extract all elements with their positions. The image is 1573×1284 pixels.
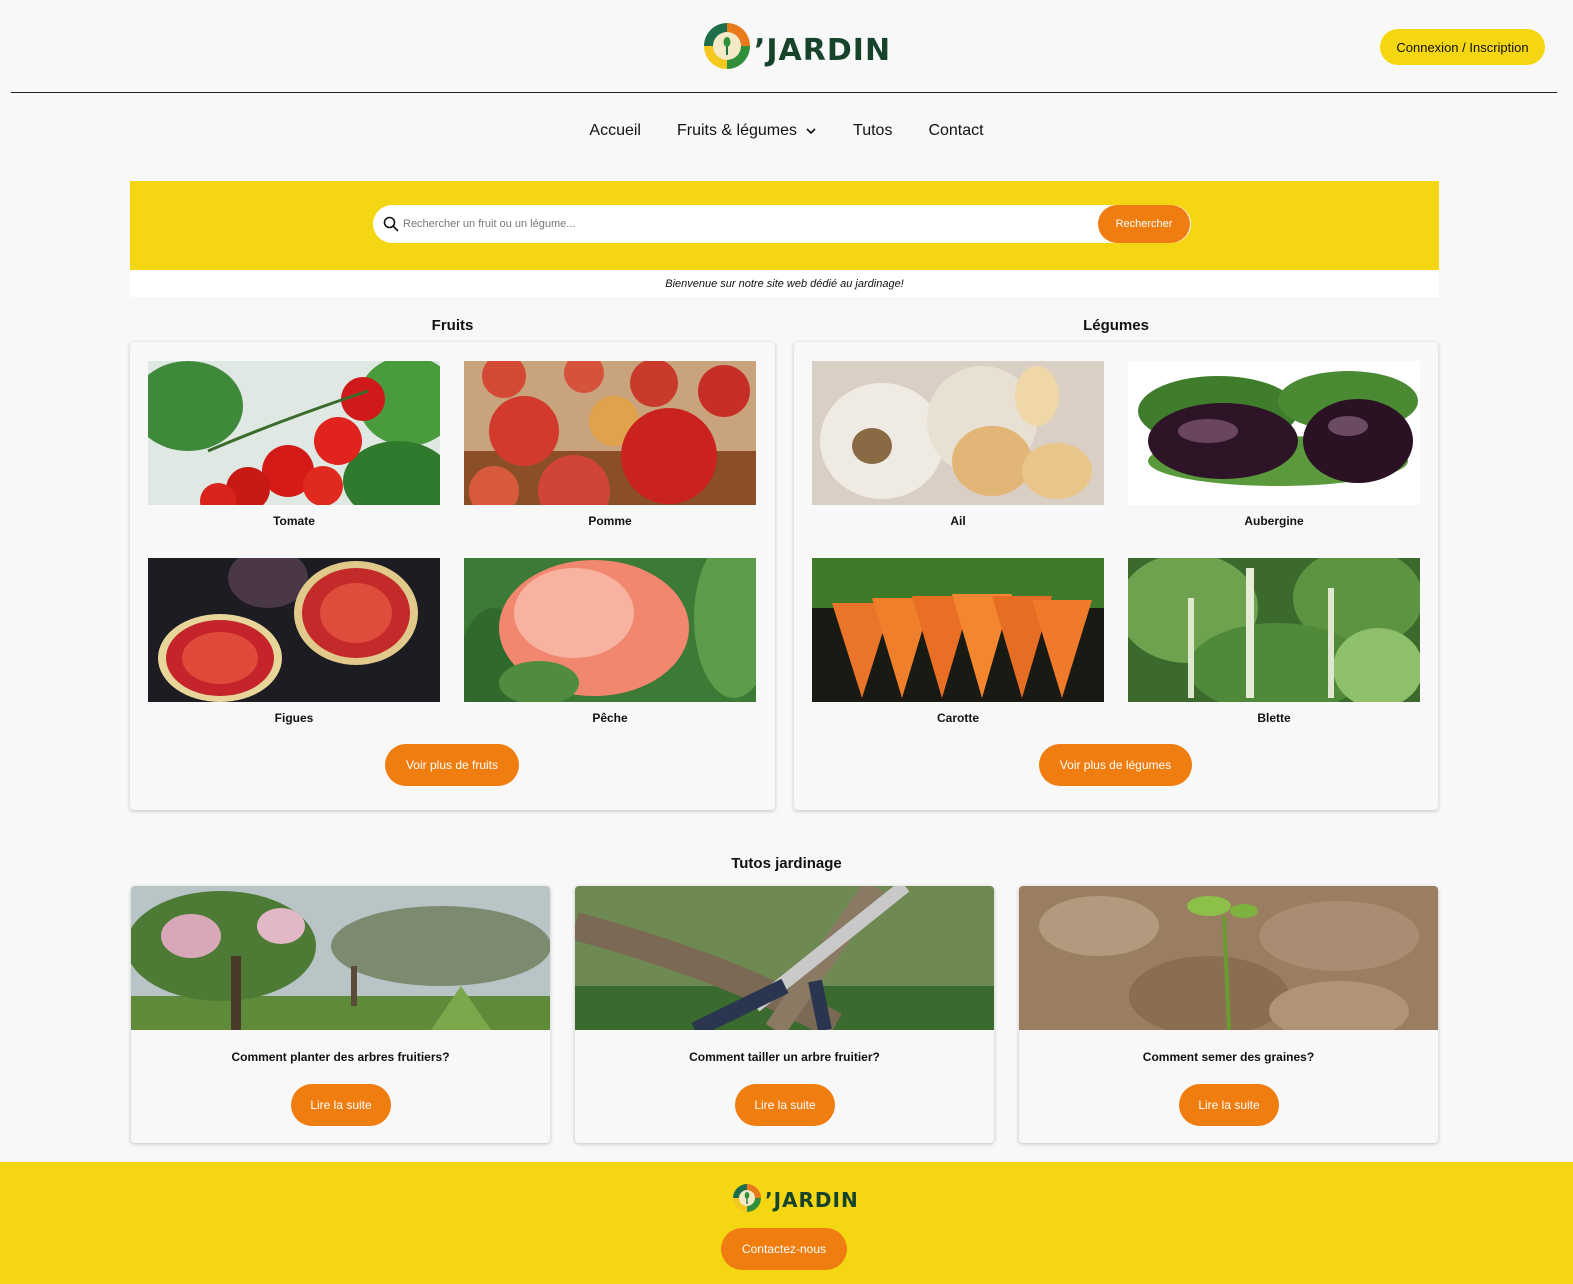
- legume-card-ail[interactable]: Ail: [812, 361, 1104, 528]
- nav-item-fruits-legumes[interactable]: Fruits & légumes: [677, 122, 817, 140]
- fruits-section-title: Fruits: [431, 317, 474, 334]
- tuto-title: Comment planter des arbres fruitiers?: [231, 1050, 450, 1064]
- fruit-name: Tomate: [273, 514, 315, 528]
- legume-name: Carotte: [936, 711, 979, 725]
- ail-image: [812, 361, 1104, 505]
- site-footer: ’JARDIN Contactez-nous: [0, 1162, 1573, 1284]
- nav-item-accueil[interactable]: Accueil: [589, 122, 641, 140]
- legume-card-carotte[interactable]: Carotte: [812, 558, 1104, 725]
- tuto-card-semer[interactable]: Comment semer des graines? Lire la suite: [1019, 886, 1438, 1143]
- more-legumes-button[interactable]: Voir plus de légumes: [1039, 744, 1192, 786]
- footer-logo[interactable]: ’JARDIN: [733, 1182, 859, 1214]
- fruit-card-pomme[interactable]: Pomme: [464, 361, 756, 528]
- read-more-button[interactable]: Lire la suite: [735, 1084, 835, 1126]
- nav-item-label: Fruits & légumes: [676, 122, 798, 139]
- legumes-section-title: Légumes: [1083, 317, 1149, 334]
- read-more-button[interactable]: Lire la suite: [1179, 1084, 1279, 1126]
- read-more-button[interactable]: Lire la suite: [291, 1084, 391, 1126]
- blette-image: [1128, 558, 1420, 702]
- tuto-card-tailler[interactable]: Comment tailler un arbre fruitier? Lire …: [575, 886, 994, 1143]
- tutos-section-title: Tutos jardinage: [731, 855, 842, 872]
- fruits-panel: Tomate Pomme Figues Pêche Voir plus de f…: [130, 342, 775, 810]
- legume-name: Aubergine: [1244, 514, 1304, 528]
- header-divider: [11, 92, 1557, 93]
- tuto-semer-image: [1019, 886, 1438, 1041]
- login-signup-button[interactable]: Connexion / Inscription: [1380, 29, 1545, 65]
- logo-emblem-icon: [704, 23, 750, 69]
- search-banner: Rechercher: [130, 181, 1439, 270]
- peche-image: [464, 558, 756, 702]
- search-box: [373, 205, 1191, 243]
- more-fruits-button[interactable]: Voir plus de fruits: [385, 744, 519, 786]
- legume-card-blette[interactable]: Blette: [1128, 558, 1420, 725]
- site-header: ’JARDIN Connexion / Inscription: [0, 0, 1573, 94]
- legume-name: Ail: [950, 514, 966, 528]
- legume-name: Blette: [1257, 711, 1291, 725]
- logo-emblem-icon: [733, 1184, 761, 1212]
- fruit-name: Pêche: [592, 711, 628, 725]
- tuto-title: Comment tailler un arbre fruitier?: [689, 1050, 880, 1064]
- figues-image: [148, 558, 440, 702]
- legumes-panel: Ail Aubergine Carotte Blette Voir plus d…: [794, 342, 1438, 810]
- tuto-tailler-image: [575, 886, 994, 1039]
- pomme-image: [464, 361, 756, 505]
- search-input[interactable]: [403, 205, 1093, 243]
- tomate-image: [148, 361, 440, 505]
- fruit-name: Figues: [274, 711, 314, 725]
- tuto-card-planter[interactable]: Comment planter des arbres fruitiers? Li…: [131, 886, 550, 1143]
- nav-item-tutos[interactable]: Tutos: [853, 122, 892, 140]
- fruit-name: Pomme: [588, 514, 632, 528]
- tuto-title: Comment semer des graines?: [1142, 1050, 1315, 1064]
- search-icon: [383, 216, 399, 232]
- logo-text: ’JARDIN: [754, 32, 892, 68]
- welcome-message: Bienvenue sur notre site web dédié au ja…: [130, 270, 1439, 297]
- tuto-planter-image: [131, 886, 550, 1030]
- fruit-card-figues[interactable]: Figues: [148, 558, 440, 725]
- main-nav: Accueil Fruits & légumes Tutos Contact: [0, 122, 1573, 140]
- nav-item-contact[interactable]: Contact: [928, 122, 983, 140]
- aubergine-image: [1128, 361, 1420, 505]
- contact-us-button[interactable]: Contactez-nous: [721, 1228, 847, 1270]
- logo-text: ’JARDIN: [765, 1188, 859, 1212]
- site-logo[interactable]: ’JARDIN: [704, 20, 891, 72]
- carotte-image: [812, 558, 1104, 702]
- fruit-card-tomate[interactable]: Tomate: [148, 361, 440, 528]
- legume-card-aubergine[interactable]: Aubergine: [1128, 361, 1420, 528]
- fruit-card-peche[interactable]: Pêche: [464, 558, 756, 725]
- chevron-down-icon: [806, 128, 816, 135]
- search-button[interactable]: Rechercher: [1098, 205, 1190, 243]
